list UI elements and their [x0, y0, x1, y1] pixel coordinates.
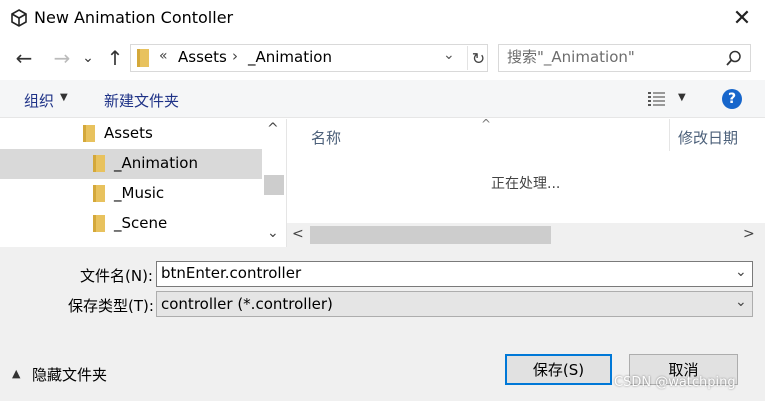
tree-vertical-scrollbar[interactable]: ^ ⌄: [262, 119, 286, 247]
collapse-caret-icon[interactable]: ▲: [12, 367, 20, 380]
refresh-icon[interactable]: ↻: [467, 46, 489, 70]
organize-caret-icon[interactable]: ▼: [60, 92, 68, 103]
save-form: 文件名(N): ⌄ 保存类型(T): controller (*.control…: [0, 247, 765, 401]
hide-folders-toggle[interactable]: 隐藏文件夹: [32, 364, 107, 385]
up-arrow-icon[interactable]: ↑: [103, 45, 127, 71]
back-arrow-icon[interactable]: ←: [12, 45, 36, 71]
view-caret-icon[interactable]: ▼: [678, 92, 686, 103]
sort-indicator-icon: ^: [481, 117, 492, 131]
folder-icon: [93, 155, 105, 172]
address-bar[interactable]: « Assets › _Animation ⌄ ↻: [130, 44, 488, 72]
address-overflow-chevrons[interactable]: «: [159, 48, 168, 64]
search-icon[interactable]: [725, 49, 743, 67]
save-type-value: controller (*.controller): [161, 295, 333, 313]
chevron-down-icon[interactable]: ⌄: [735, 264, 747, 280]
tree-item-assets[interactable]: Assets: [0, 119, 262, 149]
column-header-date-modified[interactable]: 修改日期: [678, 127, 738, 148]
title-bar: New Animation Contoller ✕: [0, 0, 765, 38]
search-box[interactable]: [498, 44, 751, 72]
filename-combobox[interactable]: ⌄: [156, 261, 753, 287]
view-options-icon[interactable]: [648, 91, 666, 107]
save-button[interactable]: 保存(S): [505, 354, 612, 385]
list-horizontal-scrollbar[interactable]: < >: [287, 223, 765, 247]
help-icon[interactable]: ?: [722, 89, 742, 109]
address-separator-chevron[interactable]: ›: [232, 47, 238, 65]
save-type-select[interactable]: controller (*.controller) ⌄: [156, 291, 753, 317]
chevron-down-icon[interactable]: ⌄: [735, 294, 747, 310]
forward-arrow-icon[interactable]: →: [50, 45, 74, 71]
new-folder-button[interactable]: 新建文件夹: [104, 90, 179, 111]
tree-item-animation[interactable]: _Animation: [0, 149, 262, 179]
tree-item-scene[interactable]: _Scene: [0, 209, 262, 239]
scroll-down-icon[interactable]: ⌄: [267, 225, 279, 241]
folder-icon: [137, 49, 149, 67]
filename-input[interactable]: [161, 264, 721, 282]
folder-icon: [93, 215, 105, 232]
folder-icon: [93, 185, 105, 202]
save-type-label: 保存类型(T):: [68, 297, 154, 315]
tree-item-label: Assets: [104, 124, 153, 142]
recent-dropdown-icon[interactable]: ⌄: [78, 45, 98, 71]
navigation-tree: Assets _Animation _Music _Scene ^ ⌄: [0, 119, 286, 247]
unity-logo-icon: [11, 9, 27, 27]
tree-item-label: _Music: [114, 184, 165, 202]
folder-icon: [83, 125, 95, 142]
address-segment-animation[interactable]: _Animation: [248, 48, 332, 66]
filename-label: 文件名(N):: [80, 267, 153, 285]
tree-item-label: _Scene: [114, 214, 168, 232]
column-separator[interactable]: [669, 119, 670, 151]
scroll-left-icon[interactable]: <: [292, 226, 304, 242]
watermark: CSDN @watchping: [614, 375, 736, 390]
close-icon[interactable]: ✕: [728, 4, 756, 32]
file-list: ^ 名称 修改日期 正在处理... < >: [287, 117, 765, 247]
command-bar: 组织 ▼ 新建文件夹 ▼ ?: [0, 80, 765, 118]
address-segment-assets[interactable]: Assets: [178, 48, 227, 66]
scroll-thumb[interactable]: [310, 226, 551, 244]
window-title: New Animation Contoller: [34, 8, 234, 27]
search-input[interactable]: [507, 48, 717, 66]
tree-item-label: _Animation: [114, 154, 198, 172]
organize-button[interactable]: 组织: [24, 90, 54, 111]
scroll-thumb[interactable]: [264, 175, 284, 195]
column-header-name[interactable]: 名称: [311, 127, 341, 148]
scroll-up-icon[interactable]: ^: [267, 121, 279, 137]
scroll-right-icon[interactable]: >: [743, 226, 755, 242]
status-text: 正在处理...: [491, 176, 561, 192]
tree-item-music[interactable]: _Music: [0, 179, 262, 209]
address-dropdown-icon[interactable]: ⌄: [443, 47, 455, 63]
